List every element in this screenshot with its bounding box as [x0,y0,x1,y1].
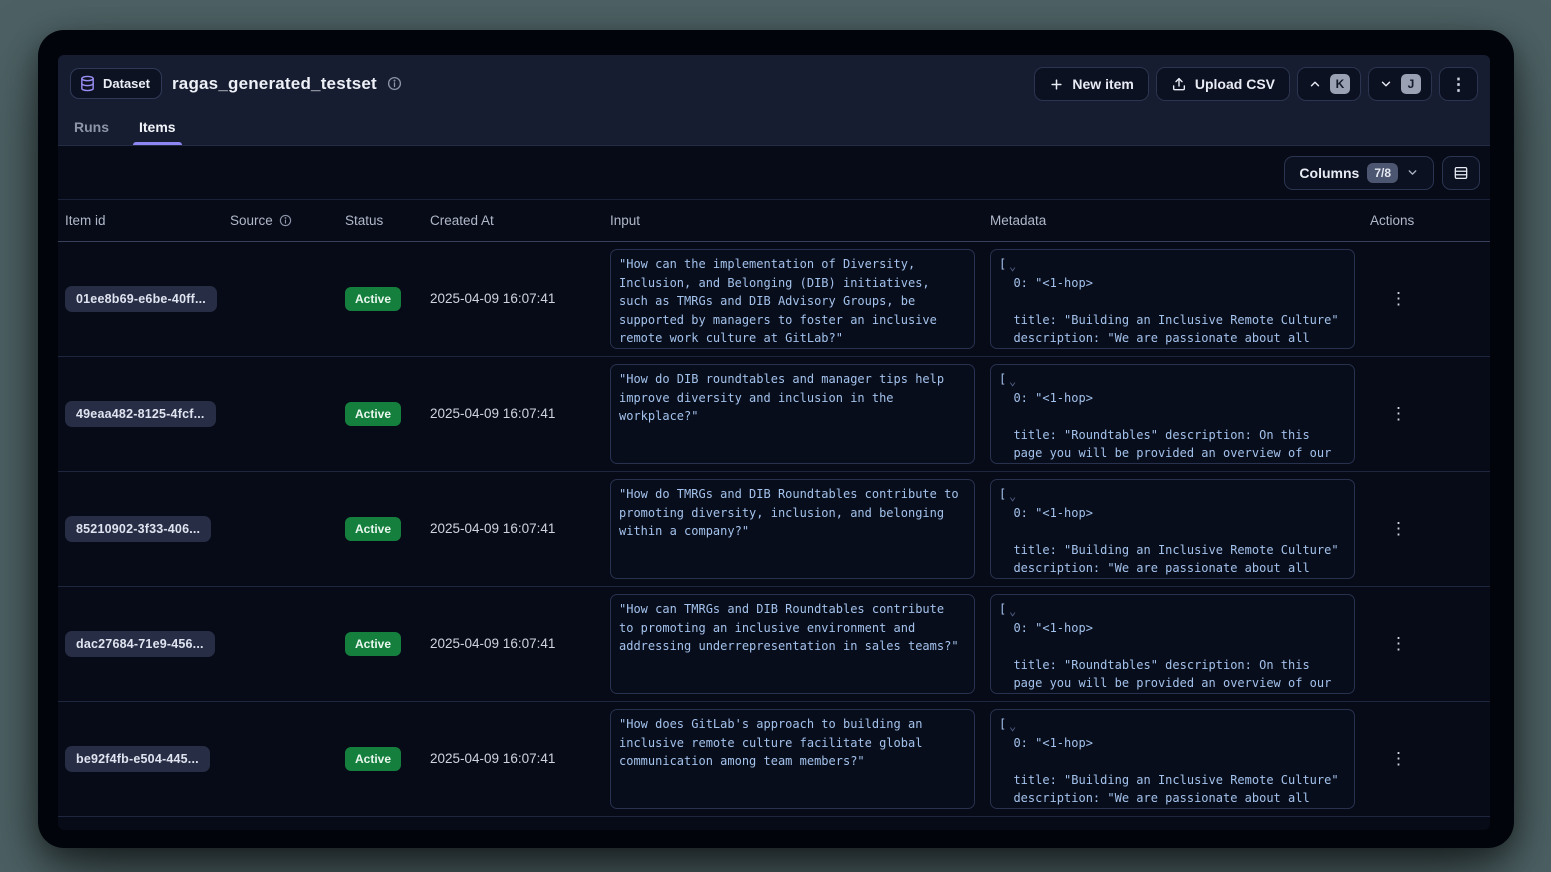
row-actions-menu-button[interactable]: ⋮ [1382,400,1415,428]
page-title: ragas_generated_testset [172,74,377,94]
table-header-row: Item id Source Status Created At Input M… [58,200,1490,242]
dataset-type-badge: Dataset [70,68,162,99]
dataset-page: Dataset ragas_generated_testset Runs Ite… [58,55,1490,830]
status-badge: Active [345,747,401,771]
input-preview[interactable]: "How do TMRGs and DIB Roundtables contri… [610,479,975,579]
created-at-text: 2025-04-09 16:07:41 [430,636,555,651]
status-badge: Active [345,402,401,426]
header-actions: New item Upload CSV K [1034,67,1478,101]
app-window: Dataset ragas_generated_testset Runs Ite… [38,30,1514,848]
metadata-preview[interactable]: [ 0: "<1-hop> title: "Building an Inclus… [990,479,1355,579]
status-badge: Active [345,517,401,541]
columns-label: Columns [1299,165,1359,181]
expand-chevron-icon[interactable]: ⌄ [1009,487,1016,506]
dataset-badge-label: Dataset [103,76,150,91]
shortcut-key-k: K [1330,74,1350,94]
expand-chevron-icon[interactable]: ⌄ [1009,602,1016,621]
database-icon [79,75,96,92]
table-row[interactable]: dac27684-71e9-456... Active 2025-04-09 1… [58,587,1490,702]
expand-chevron-icon[interactable]: ⌄ [1009,717,1016,736]
table-body: 01ee8b69-e6be-40ff... Active 2025-04-09 … [58,242,1490,817]
table-toolbar: Columns 7/8 [58,146,1490,200]
status-badge: Active [345,632,401,656]
tab-bar: Runs Items [72,119,178,145]
columns-button[interactable]: Columns 7/8 [1284,156,1434,190]
table-row[interactable]: 49eaa482-8125-4fcf... Active 2025-04-09 … [58,357,1490,472]
item-id-pill[interactable]: 49eaa482-8125-4fcf... [65,401,216,427]
column-header-created-at: Created At [423,213,603,228]
shortcut-key-j: J [1401,74,1421,94]
table-row[interactable]: 01ee8b69-e6be-40ff... Active 2025-04-09 … [58,242,1490,357]
kebab-menu-icon: ⋮ [1450,76,1467,93]
row-actions-menu-button[interactable]: ⋮ [1382,515,1415,543]
table-row[interactable]: 85210902-3f33-406... Active 2025-04-09 1… [58,472,1490,587]
input-preview[interactable]: "How do DIB roundtables and manager tips… [610,364,975,464]
column-header-input: Input [603,213,983,228]
chevron-down-icon [1379,77,1393,91]
created-at-text: 2025-04-09 16:07:41 [430,406,555,421]
created-at-text: 2025-04-09 16:07:41 [430,521,555,536]
item-id-pill[interactable]: be92f4fb-e504-445... [65,746,210,772]
item-id-pill[interactable]: dac27684-71e9-456... [65,631,215,657]
chevron-up-icon [1308,77,1322,91]
row-actions-menu-button[interactable]: ⋮ [1382,285,1415,313]
columns-count-badge: 7/8 [1367,163,1398,183]
row-actions-menu-button[interactable]: ⋮ [1382,745,1415,773]
new-item-label: New item [1072,76,1133,92]
info-icon[interactable] [279,214,292,227]
metadata-preview[interactable]: [ 0: "<1-hop> title: "Building an Inclus… [990,709,1355,809]
column-header-status: Status [338,213,423,228]
tab-runs[interactable]: Runs [72,119,111,145]
upload-csv-button[interactable]: Upload CSV [1156,67,1290,101]
new-item-button[interactable]: New item [1034,67,1148,101]
navigate-up-button[interactable]: K [1297,67,1361,101]
input-preview[interactable]: "How does GitLab's approach to building … [610,709,975,809]
table-row[interactable]: be92f4fb-e504-445... Active 2025-04-09 1… [58,702,1490,817]
info-icon[interactable] [387,76,402,91]
page-header: Dataset ragas_generated_testset Runs Ite… [58,55,1490,146]
table-rows-icon [1453,165,1469,181]
metadata-preview[interactable]: [ 0: "<1-hop> title: "Roundtables" descr… [990,364,1355,464]
created-at-text: 2025-04-09 16:07:41 [430,291,555,306]
chevron-down-icon [1406,166,1419,179]
column-header-metadata: Metadata [983,213,1363,228]
input-preview[interactable]: "How can TMRGs and DIB Roundtables contr… [610,594,975,694]
created-at-text: 2025-04-09 16:07:41 [430,751,555,766]
metadata-preview[interactable]: [ 0: "<1-hop> title: "Roundtables" descr… [990,594,1355,694]
item-id-pill[interactable]: 01ee8b69-e6be-40ff... [65,286,217,312]
column-header-actions: Actions [1363,213,1490,228]
metadata-preview[interactable]: [ 0: "<1-hop> title: "Building an Inclus… [990,249,1355,349]
plus-icon [1049,77,1064,92]
row-height-button[interactable] [1442,156,1480,190]
upload-csv-label: Upload CSV [1195,76,1275,92]
expand-chevron-icon[interactable]: ⌄ [1009,372,1016,391]
column-header-source: Source [223,213,338,228]
item-id-pill[interactable]: 85210902-3f33-406... [65,516,211,542]
header-more-menu-button[interactable]: ⋮ [1439,67,1478,101]
row-actions-menu-button[interactable]: ⋮ [1382,630,1415,658]
expand-chevron-icon[interactable]: ⌄ [1009,257,1016,276]
status-badge: Active [345,287,401,311]
upload-icon [1171,76,1187,92]
title-row: Dataset ragas_generated_testset [70,68,402,99]
input-preview[interactable]: "How can the implementation of Diversity… [610,249,975,349]
tab-items[interactable]: Items [137,119,178,145]
navigate-down-button[interactable]: J [1368,67,1432,101]
column-header-item-id: Item id [58,213,223,228]
